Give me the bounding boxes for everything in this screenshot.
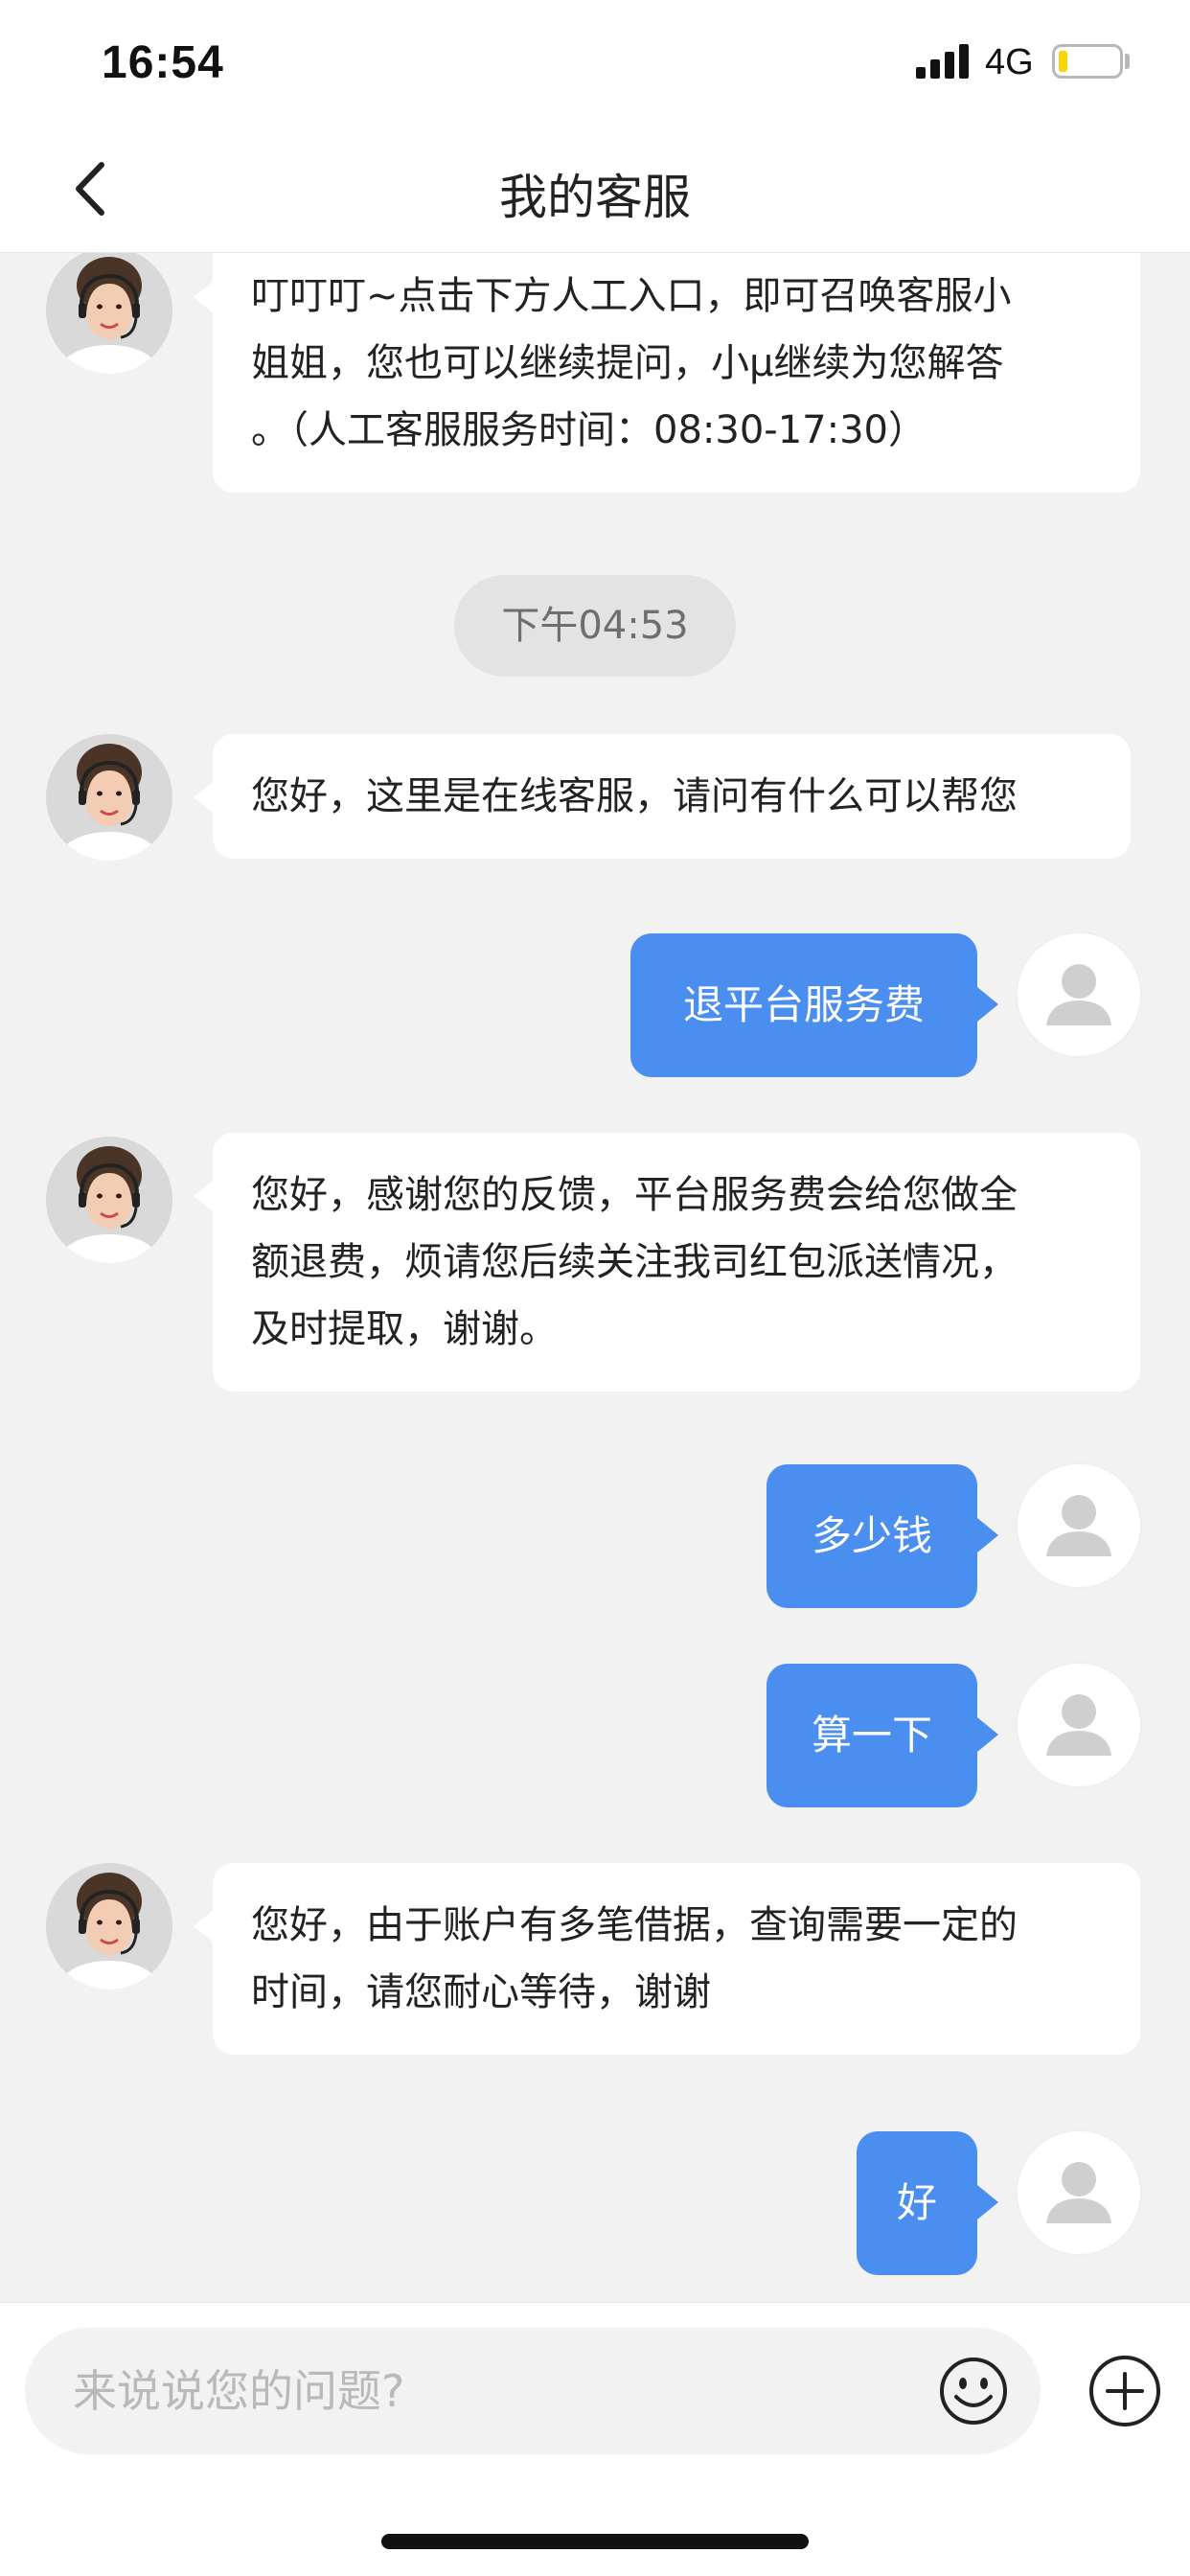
plus-button[interactable] bbox=[1087, 2353, 1163, 2429]
message-text: 您好，这里是在线客服，请问有什么可以帮您 bbox=[251, 774, 1018, 818]
signal-icon bbox=[916, 44, 970, 79]
network-label: 4G bbox=[985, 42, 1034, 82]
message-text: 您好，感谢您的反馈，平台服务费会给您做全 bbox=[251, 1173, 1018, 1217]
message-user[interactable]: 好 bbox=[857, 2131, 998, 2275]
status-time: 16:54 bbox=[102, 37, 224, 88]
message-agent[interactable]: 您好，感谢您的反馈，平台服务费会给您做全 额退费，烦请您后续关注我司红包派送情况… bbox=[194, 1133, 1140, 1392]
message-text: 您好，由于账户有多笔借据，查询需要一定的 bbox=[251, 1903, 1018, 1947]
user-avatar[interactable] bbox=[1016, 1462, 1142, 1589]
emoji-icon bbox=[940, 2358, 1007, 2425]
plus-circle-icon bbox=[1089, 2356, 1160, 2426]
user-silhouette-icon bbox=[1046, 964, 1111, 1025]
emoji-button[interactable] bbox=[937, 2355, 1010, 2427]
message-user[interactable]: 算一下 bbox=[767, 1664, 998, 1807]
user-silhouette-icon bbox=[1046, 2162, 1111, 2223]
page-title: 我的客服 bbox=[499, 170, 691, 225]
timestamp-pill: 下午04:53 bbox=[454, 575, 736, 677]
message-user[interactable]: 多少钱 bbox=[767, 1464, 998, 1608]
message-text: 及时提取，谢谢。 bbox=[251, 1307, 558, 1351]
status-bar: 16:54 4G bbox=[0, 0, 1190, 126]
battery-icon bbox=[1052, 44, 1123, 79]
chat-area[interactable]: 叮叮叮~点击下方人工入口，即可召唤客服小 姐姐，您也可以继续提问，小μ继续为您解… bbox=[0, 253, 1190, 2302]
home-indicator[interactable] bbox=[381, 2534, 809, 2549]
message-user[interactable]: 退平台服务费 bbox=[630, 933, 998, 1077]
message-text: 叮叮叮~点击下方人工入口，即可召唤客服小 bbox=[251, 274, 1012, 318]
agent-avatar[interactable] bbox=[46, 734, 172, 861]
user-avatar[interactable] bbox=[1016, 1662, 1142, 1788]
message-text: 姐姐，您也可以继续提问，小μ继续为您解答 bbox=[251, 341, 1004, 385]
agent-avatar[interactable] bbox=[46, 253, 172, 374]
user-avatar[interactable] bbox=[1016, 2129, 1142, 2256]
agent-avatar[interactable] bbox=[46, 1137, 172, 1263]
user-silhouette-icon bbox=[1046, 1495, 1111, 1556]
message-agent[interactable]: 您好，由于账户有多笔借据，查询需要一定的 时间，请您耐心等待，谢谢 bbox=[194, 1863, 1140, 2055]
message-text: 额退费，烦请您后续关注我司红包派送情况， bbox=[251, 1240, 1018, 1284]
message-agent[interactable]: 叮叮叮~点击下方人工入口，即可召唤客服小 姐姐，您也可以继续提问，小μ继续为您解… bbox=[194, 253, 1140, 493]
message-input[interactable] bbox=[25, 2328, 1041, 2454]
nav-bar: 我的客服 bbox=[0, 126, 1190, 253]
agent-avatar[interactable] bbox=[46, 1863, 172, 1990]
message-text: 时间，请您耐心等待，谢谢 bbox=[251, 1970, 711, 2014]
message-text: 。（人工客服服务时间：08:30-17:30） bbox=[251, 408, 927, 452]
battery-fill bbox=[1059, 51, 1067, 72]
user-silhouette-icon bbox=[1046, 1694, 1111, 1756]
message-agent[interactable]: 您好，这里是在线客服，请问有什么可以帮您 bbox=[194, 734, 1131, 859]
user-avatar[interactable] bbox=[1016, 932, 1142, 1058]
